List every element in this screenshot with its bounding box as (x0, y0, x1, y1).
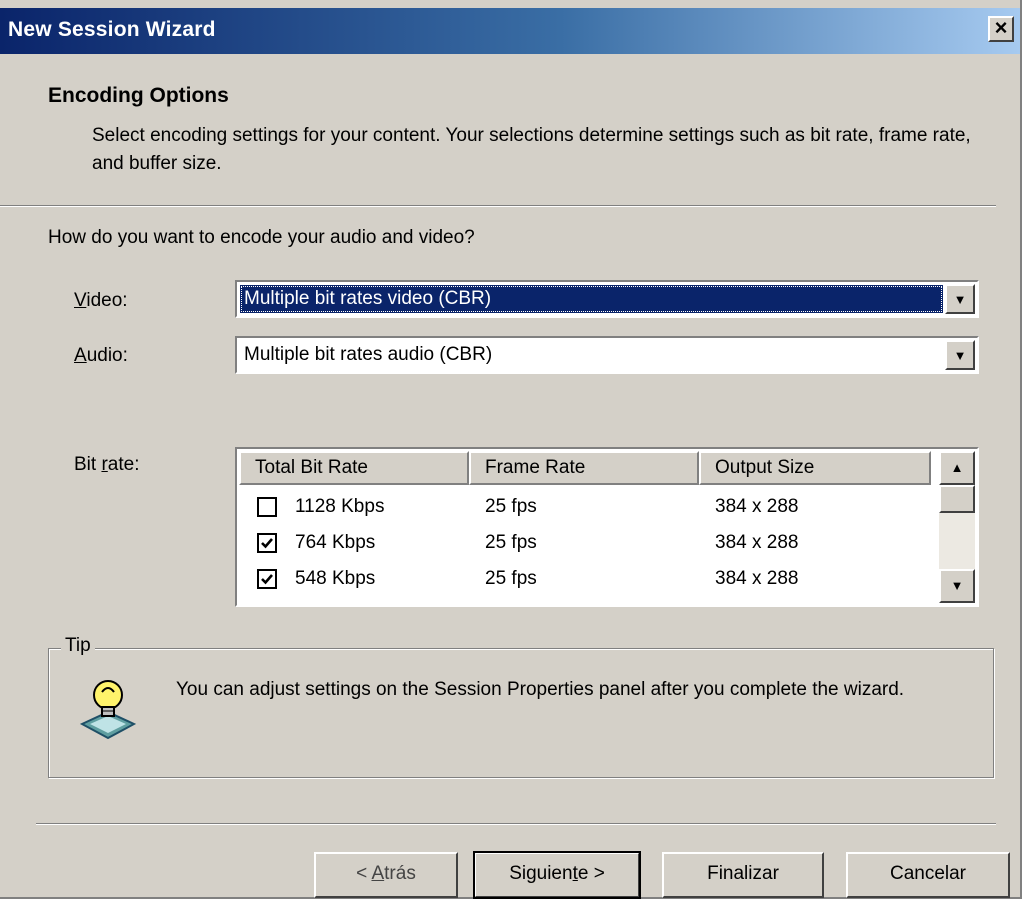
video-select-value: Multiple bit rates video (CBR) (240, 285, 943, 313)
row-checkbox[interactable] (257, 533, 277, 553)
chevron-down-icon: ▼ (950, 578, 964, 593)
row-size: 384 x 288 (715, 532, 799, 553)
next-button-pre: Siguien (509, 863, 573, 884)
row-size: 384 x 288 (715, 496, 799, 517)
audio-label-accesskey: A (74, 345, 87, 366)
window-title: New Session Wizard (8, 18, 216, 41)
tip-legend: Tip (61, 635, 95, 657)
back-button-accesskey: A (371, 863, 385, 884)
next-button-text: e > (577, 863, 605, 884)
checkmark-icon (261, 538, 273, 549)
bitrate-list-header: Total Bit Rate Frame Rate Output Size (239, 451, 931, 485)
audio-select-value: Multiple bit rates audio (CBR) (244, 344, 493, 365)
cancel-button[interactable]: Cancelar (846, 852, 1010, 898)
back-button-pre: < (356, 863, 372, 884)
audio-label-text: udio: (86, 345, 128, 366)
scroll-down-button[interactable]: ▼ (939, 569, 975, 603)
lightbulb-icon (80, 680, 136, 740)
bitrate-list[interactable]: Total Bit Rate Frame Rate Output Size 11… (235, 447, 979, 607)
audio-select[interactable]: Multiple bit rates audio (CBR) ▼ (235, 336, 979, 374)
tip-groupbox: Tip (48, 635, 994, 778)
video-label: Video: (74, 290, 128, 312)
encode-question: How do you want to encode your audio and… (48, 227, 475, 248)
bitrate-label-pre: Bit (74, 454, 102, 475)
row-checkbox[interactable] (257, 569, 277, 589)
row-framerate: 25 fps (485, 568, 537, 589)
scroll-up-button[interactable]: ▲ (939, 451, 975, 485)
page-title: Encoding Options (48, 84, 229, 107)
title-bar[interactable]: New Session Wizard × (0, 8, 1020, 54)
footer-divider (36, 823, 996, 825)
header-divider (0, 205, 996, 207)
back-button[interactable]: < Atrás (314, 852, 458, 898)
tip-text: You can adjust settings on the Session P… (176, 679, 905, 700)
close-icon: × (994, 15, 1008, 40)
bitrate-list-scrollbar[interactable]: ▲ ▼ (939, 451, 975, 603)
row-checkbox[interactable] (257, 497, 277, 517)
finish-button[interactable]: Finalizar (662, 852, 824, 898)
row-bitrate: 764 Kbps (295, 532, 376, 553)
next-button[interactable]: Siguiente > (473, 851, 641, 899)
back-button-text: trás (384, 863, 416, 884)
bitrate-row[interactable]: 548 Kbps 25 fps 384 x 288 (239, 561, 931, 597)
video-select[interactable]: Multiple bit rates video (CBR) ▼ (235, 280, 979, 318)
row-size: 384 x 288 (715, 568, 799, 589)
scroll-thumb[interactable] (939, 485, 975, 513)
column-output-size[interactable]: Output Size (699, 451, 931, 485)
audio-dropdown-button[interactable]: ▼ (945, 340, 975, 370)
checkmark-icon (261, 574, 273, 585)
video-label-accesskey: V (74, 290, 87, 311)
wizard-window: New Session Wizard × Encoding Options Se… (0, 0, 1022, 899)
row-framerate: 25 fps (485, 532, 537, 553)
row-framerate: 25 fps (485, 496, 537, 517)
chevron-up-icon: ▲ (950, 460, 964, 475)
row-bitrate: 1128 Kbps (295, 496, 385, 517)
column-frame-rate[interactable]: Frame Rate (469, 451, 699, 485)
video-label-text: ideo: (86, 290, 128, 311)
page-description: Select encoding settings for your conten… (92, 125, 971, 174)
chevron-down-icon: ▼ (953, 348, 967, 363)
row-bitrate: 548 Kbps (295, 568, 376, 589)
column-total-bit-rate[interactable]: Total Bit Rate (239, 451, 469, 485)
bitrate-label: Bit rate: (74, 454, 139, 476)
audio-label: Audio: (74, 345, 128, 367)
video-dropdown-button[interactable]: ▼ (945, 284, 975, 314)
bitrate-row[interactable]: 1128 Kbps 25 fps 384 x 288 (239, 489, 931, 525)
bitrate-label-text: ate: (107, 454, 140, 475)
close-button[interactable]: × (988, 16, 1014, 42)
chevron-down-icon: ▼ (953, 292, 967, 307)
bitrate-row[interactable]: 764 Kbps 25 fps 384 x 288 (239, 525, 931, 561)
